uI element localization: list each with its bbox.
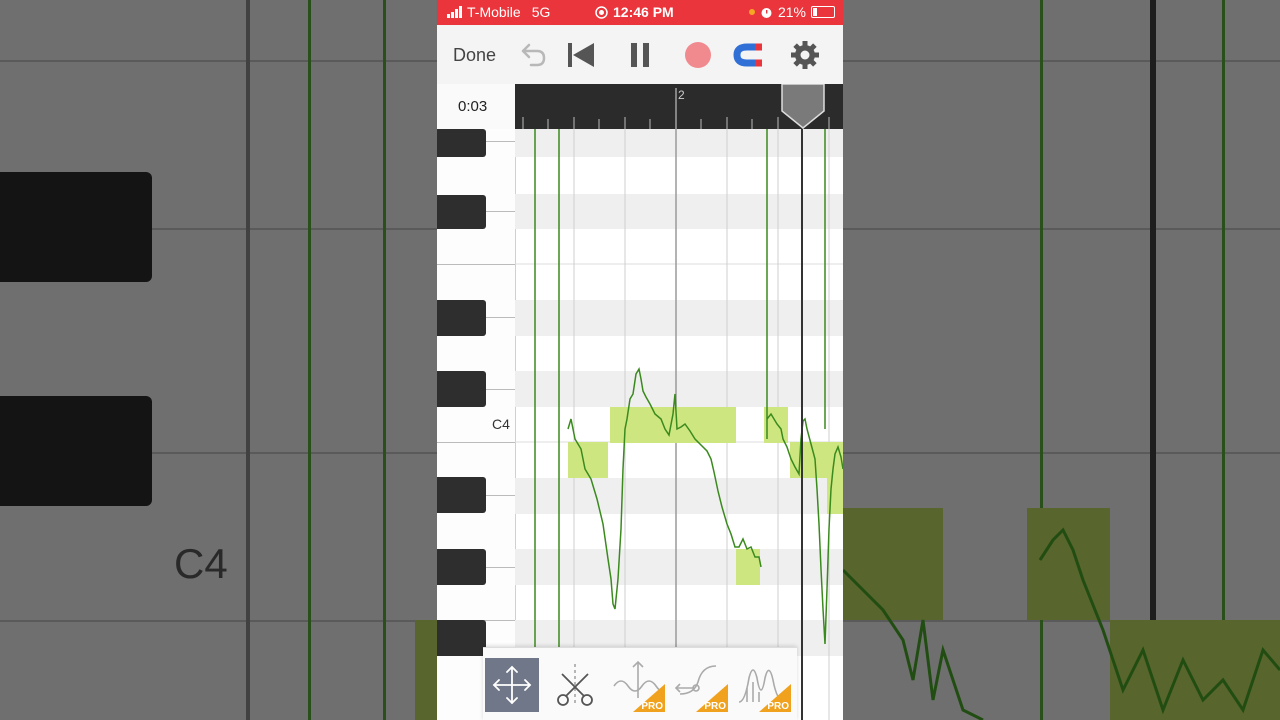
- current-time: 0:03: [458, 98, 488, 115]
- undo-icon[interactable]: [516, 39, 548, 71]
- pro-badge: PRO: [704, 701, 726, 712]
- pause-icon[interactable]: [624, 39, 656, 71]
- black-key[interactable]: [437, 300, 486, 336]
- status-bar: T-Mobile 5G 12:46 PM 21%: [437, 0, 843, 25]
- black-key[interactable]: [437, 549, 486, 585]
- clock: 12:46 PM: [613, 4, 674, 20]
- piano-roll[interactable]: C4: [437, 129, 843, 720]
- signal-icon: [447, 6, 462, 18]
- time-display: 0:03: [437, 84, 515, 129]
- pitch-modulation-tool[interactable]: PRO: [611, 658, 665, 712]
- carrier-name: T-Mobile: [467, 4, 521, 20]
- record-icon[interactable]: [682, 39, 714, 71]
- black-key[interactable]: [437, 129, 486, 157]
- snap-magnet-icon[interactable]: [732, 39, 764, 71]
- formant-icon: PRO: [738, 669, 791, 712]
- note-grid[interactable]: [515, 129, 843, 720]
- mic-indicator-icon: [748, 9, 755, 15]
- black-key[interactable]: [437, 195, 486, 229]
- pro-badge: PRO: [767, 701, 789, 712]
- settings-gear-icon[interactable]: [789, 39, 821, 71]
- tool-palette: PRO PRO PRO: [483, 647, 797, 720]
- black-key[interactable]: [437, 477, 486, 513]
- note-block[interactable]: [736, 549, 760, 585]
- toolbar: Done: [437, 25, 843, 84]
- move-arrows-icon: [492, 665, 532, 705]
- scissors-tool[interactable]: [548, 658, 602, 712]
- pro-badge: PRO: [641, 701, 663, 712]
- pitch-drift-icon: PRO: [674, 665, 728, 712]
- pitch-drift-tool[interactable]: PRO: [674, 658, 728, 712]
- phone-screen: T-Mobile 5G 12:46 PM 21% Done 0:03 2 C4 …: [437, 0, 843, 720]
- network-type: 5G: [531, 4, 551, 20]
- battery-icon: [811, 6, 835, 18]
- done-button[interactable]: Done: [453, 45, 496, 66]
- timeline-ruler[interactable]: 2: [515, 84, 843, 129]
- screen-record-icon: [595, 5, 608, 19]
- scissors-icon: [557, 664, 593, 706]
- black-key[interactable]: [437, 371, 486, 407]
- battery-percent: 21%: [777, 4, 806, 20]
- bar-number: 2: [678, 88, 685, 102]
- pitch-modulation-icon: PRO: [613, 660, 665, 712]
- formant-tool[interactable]: PRO: [737, 658, 791, 712]
- playhead-handle[interactable]: [780, 84, 826, 129]
- skip-to-start-icon[interactable]: [565, 39, 597, 71]
- alarm-icon: [761, 7, 772, 18]
- move-tool[interactable]: [485, 658, 539, 712]
- note-label-c4: C4: [492, 416, 510, 432]
- piano-keyboard: C4: [437, 129, 516, 720]
- black-key[interactable]: [437, 620, 486, 656]
